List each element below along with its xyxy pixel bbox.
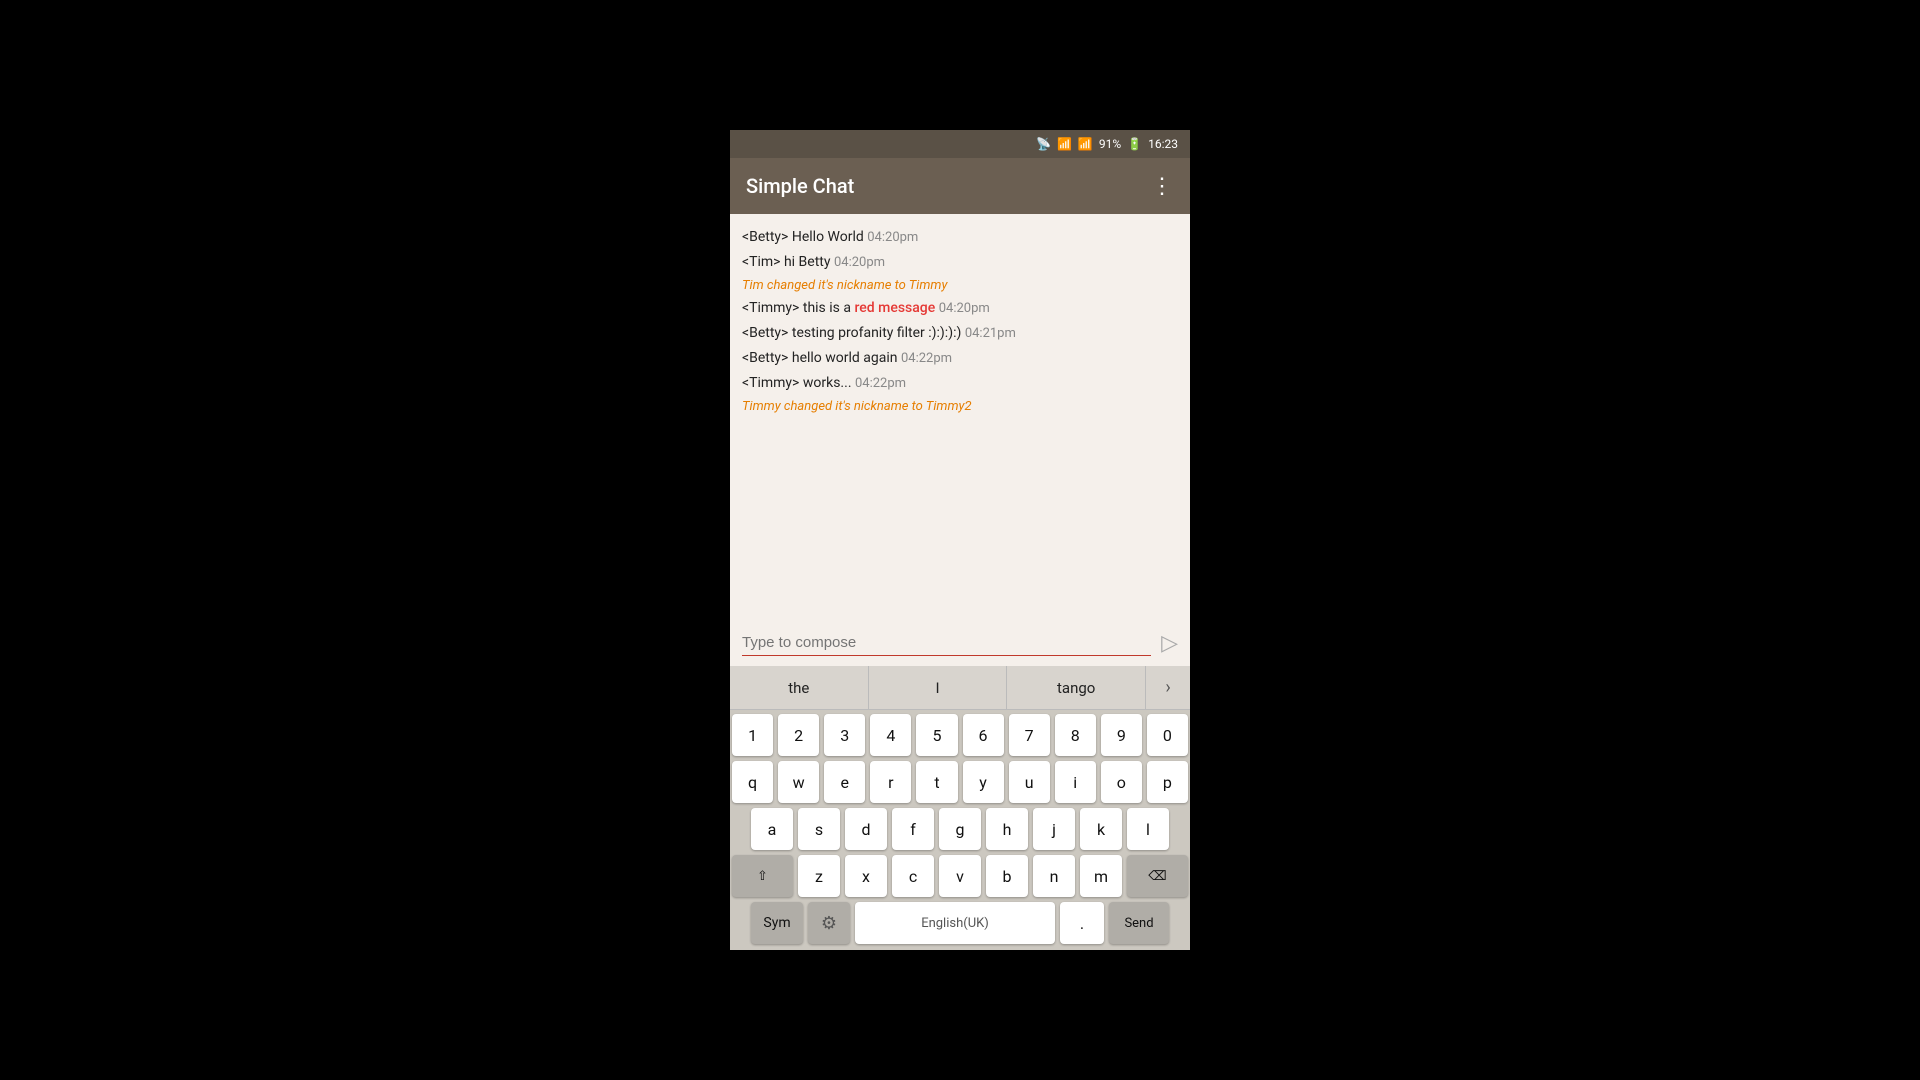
number-row: 1 2 3 4 5 6 7 8 9 0 [732, 714, 1188, 756]
signal-icon: 📶 [1078, 137, 1093, 151]
chat-message-7: <Timmy> works... 04:22pm [742, 372, 1178, 395]
chat-message-6: <Betty> hello world again 04:22pm [742, 347, 1178, 370]
key-n[interactable]: n [1033, 855, 1075, 897]
msg-text-7: works... [803, 375, 855, 391]
msg-time-7: 04:22pm [855, 376, 906, 391]
system-message-1: Tim changed it's nickname to Timmy [742, 276, 1178, 295]
status-bar: 📡 📶 📶 91% 🔋 16:23 [730, 130, 1190, 158]
msg-text-5: testing profanity filter :):):):) [792, 325, 965, 341]
sender-timmy-2: <Timmy> [742, 375, 799, 391]
system-message-2: Timmy changed it's nickname to Timmy2 [742, 397, 1178, 416]
key-u[interactable]: u [1009, 761, 1050, 803]
key-8[interactable]: 8 [1055, 714, 1096, 756]
key-r[interactable]: r [870, 761, 911, 803]
sender-betty-1: <Betty> [742, 229, 788, 245]
key-s[interactable]: s [798, 808, 840, 850]
key-z[interactable]: z [798, 855, 840, 897]
key-c[interactable]: c [892, 855, 934, 897]
dot-key[interactable]: . [1060, 902, 1104, 944]
key-6[interactable]: 6 [963, 714, 1004, 756]
autocomplete-bar: the I tango › [730, 666, 1190, 710]
sender-tim-1: <Tim> [742, 254, 780, 270]
sender-timmy-1: <Timmy> [742, 300, 799, 316]
key-t[interactable]: t [916, 761, 957, 803]
send-button[interactable]: ▷ [1161, 630, 1178, 656]
more-options-button[interactable]: ⋮ [1151, 174, 1174, 199]
sender-betty-2: <Betty> [742, 325, 788, 341]
key-7[interactable]: 7 [1009, 714, 1050, 756]
phone-container: 📡 📶 📶 91% 🔋 16:23 Simple Chat ⋮ <Betty> … [730, 130, 1190, 950]
red-word: red message [854, 300, 935, 316]
autocomplete-i[interactable]: I [869, 666, 1008, 709]
wifi-icon: 📶 [1057, 137, 1072, 151]
shift-key[interactable]: ⇧ [732, 855, 793, 897]
key-5[interactable]: 5 [916, 714, 957, 756]
sym-key[interactable]: Sym [751, 902, 803, 944]
key-g[interactable]: g [939, 808, 981, 850]
key-3[interactable]: 3 [824, 714, 865, 756]
backspace-key[interactable]: ⌫ [1127, 855, 1188, 897]
msg-time-2: 04:20pm [834, 255, 885, 270]
chat-message-1: <Betty> Hello World 04:20pm [742, 226, 1178, 249]
msg-time-5: 04:21pm [965, 326, 1016, 341]
sender-betty-3: <Betty> [742, 350, 788, 366]
key-p[interactable]: p [1147, 761, 1188, 803]
keyboard: 1 2 3 4 5 6 7 8 9 0 q w e r t y u i o p … [730, 710, 1190, 950]
key-h[interactable]: h [986, 808, 1028, 850]
msg-time-6: 04:22pm [901, 351, 952, 366]
key-9[interactable]: 9 [1101, 714, 1142, 756]
gear-key[interactable]: ⚙ [808, 902, 850, 944]
msg-text-6: hello world again [792, 350, 901, 366]
space-key[interactable]: English(UK) [855, 902, 1055, 944]
msg-text-2: hi Betty [784, 254, 834, 270]
compose-area: ▷ [730, 622, 1190, 666]
key-v[interactable]: v [939, 855, 981, 897]
key-w[interactable]: w [778, 761, 819, 803]
key-e[interactable]: e [824, 761, 865, 803]
app-bar: Simple Chat ⋮ [730, 158, 1190, 214]
qwerty-row: q w e r t y u i o p [732, 761, 1188, 803]
msg-time-4: 04:20pm [939, 301, 990, 316]
compose-input[interactable] [742, 630, 1151, 656]
key-j[interactable]: j [1033, 808, 1075, 850]
chat-message-4: <Timmy> this is a red message 04:20pm [742, 297, 1178, 320]
key-4[interactable]: 4 [870, 714, 911, 756]
keyboard-send-key[interactable]: Send [1109, 902, 1169, 944]
key-2[interactable]: 2 [778, 714, 819, 756]
key-x[interactable]: x [845, 855, 887, 897]
chat-message-2: <Tim> hi Betty 04:20pm [742, 251, 1178, 274]
autocomplete-tango[interactable]: tango [1007, 666, 1146, 709]
key-1[interactable]: 1 [732, 714, 773, 756]
key-i[interactable]: i [1055, 761, 1096, 803]
msg-time-1: 04:20pm [867, 230, 918, 245]
key-b[interactable]: b [986, 855, 1028, 897]
key-m[interactable]: m [1080, 855, 1122, 897]
bottom-row: Sym ⚙ English(UK) . Send [732, 902, 1188, 944]
key-q[interactable]: q [732, 761, 773, 803]
autocomplete-expand-button[interactable]: › [1146, 677, 1190, 698]
key-o[interactable]: o [1101, 761, 1142, 803]
app-title: Simple Chat [746, 174, 854, 198]
msg-text-1: Hello World [792, 229, 867, 245]
key-y[interactable]: y [963, 761, 1004, 803]
msg-text-4a: this is a [803, 300, 855, 316]
autocomplete-the[interactable]: the [730, 666, 869, 709]
chat-area: <Betty> Hello World 04:20pm <Tim> hi Bet… [730, 214, 1190, 622]
key-l[interactable]: l [1127, 808, 1169, 850]
key-k[interactable]: k [1080, 808, 1122, 850]
zxcv-row: ⇧ z x c v b n m ⌫ [732, 855, 1188, 897]
battery-text: 91% [1099, 137, 1121, 151]
key-f[interactable]: f [892, 808, 934, 850]
clock: 16:23 [1148, 137, 1178, 151]
cast-icon: 📡 [1036, 137, 1051, 151]
key-d[interactable]: d [845, 808, 887, 850]
asdf-row: a s d f g h j k l [732, 808, 1188, 850]
battery-icon: 🔋 [1127, 137, 1142, 151]
key-0[interactable]: 0 [1147, 714, 1188, 756]
chat-message-5: <Betty> testing profanity filter :):):):… [742, 322, 1178, 345]
key-a[interactable]: a [751, 808, 793, 850]
